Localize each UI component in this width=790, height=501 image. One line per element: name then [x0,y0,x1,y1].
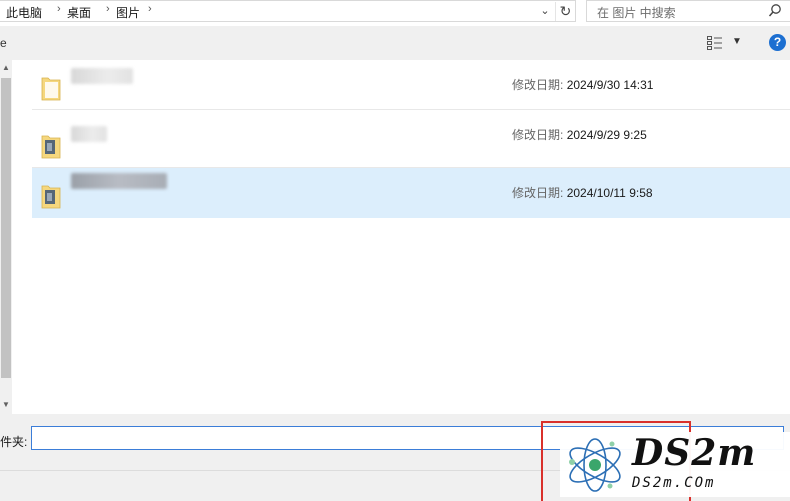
help-icon[interactable]: ? [769,34,786,51]
address-bar[interactable]: 此电脑 › 桌面 › 图片 › ⌄ ↻ [0,0,576,22]
modified-label: 修改日期: [512,78,564,92]
view-options-icon[interactable] [707,36,723,50]
chevron-right-icon[interactable]: › [106,3,110,15]
watermark-subtitle: DS2m.COm [632,475,716,491]
folder-image-icon [41,185,61,209]
file-row[interactable]: 修改日期: 2024/9/29 9:25 [32,118,790,168]
search-icon[interactable] [768,3,782,19]
modified-value: 2024/10/11 9:58 [566,186,653,200]
refresh-icon[interactable]: ↻ [555,2,575,21]
modified-date: 修改日期: 2024/10/11 9:58 [512,184,653,201]
folder-image-icon [41,135,61,159]
chevron-right-icon[interactable]: › [148,3,152,15]
breadcrumb-pictures[interactable]: 图片 [116,4,140,21]
scroll-down-icon[interactable]: ▼ [0,400,12,412]
modified-value: 2024/9/30 14:31 [566,78,654,92]
file-list: 修改日期: 2024/9/30 14:31 修改日期: 2024/9/29 9:… [13,60,790,414]
folder-label: 件夹: [0,435,28,449]
breadcrumb-desktop[interactable]: 桌面 [67,4,91,21]
watermark-logo: DS2m DS2m.COm [560,432,790,497]
modified-date: 修改日期: 2024/9/29 9:25 [512,126,647,143]
modified-value: 2024/9/29 9:25 [566,128,647,142]
breadcrumb-this-pc[interactable]: 此电脑 [6,4,42,21]
file-name-blurred [71,126,107,142]
scrollbar-thumb[interactable] [1,78,11,378]
modified-label: 修改日期: [512,128,564,142]
watermark-title: DS2m [632,432,757,474]
scroll-up-icon[interactable]: ▲ [0,63,12,75]
folder-icon [41,77,61,101]
address-history-dropdown[interactable]: ⌄ [536,2,554,21]
modified-label: 修改日期: [512,186,564,200]
file-name-blurred [71,173,167,189]
modified-date: 修改日期: 2024/9/30 14:31 [512,76,653,93]
search-input[interactable]: 在 图片 中搜索 [586,0,790,22]
view-dropdown-arrow-icon[interactable]: ▼ [732,36,742,47]
file-row-selected[interactable]: 修改日期: 2024/10/11 9:58 [32,168,790,218]
atom-logo-icon [569,438,621,492]
chevron-right-icon[interactable]: › [57,3,61,15]
toolbar: e ▼ ? [0,26,790,60]
file-row[interactable]: 修改日期: 2024/9/30 14:31 [32,60,790,110]
toolbar-organize-label[interactable]: e [0,36,7,50]
search-placeholder: 在 图片 中搜索 [597,6,676,20]
address-row: 此电脑 › 桌面 › 图片 › ⌄ ↻ 在 图片 中搜索 [0,0,790,22]
file-name-blurred [71,68,133,84]
